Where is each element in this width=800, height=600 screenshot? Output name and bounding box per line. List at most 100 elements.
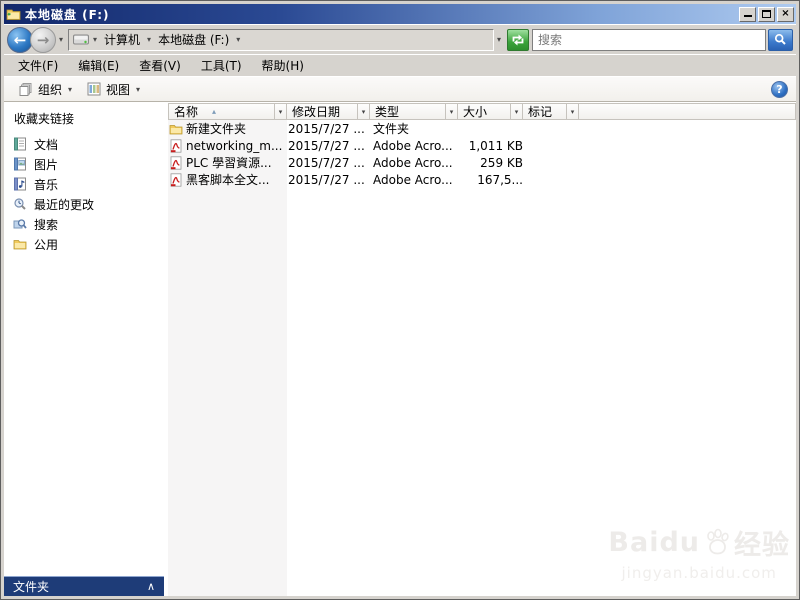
sidebar-item-label: 文档 bbox=[34, 137, 59, 152]
file-size: 1,011 KB bbox=[468, 138, 523, 153]
chevron-down-icon[interactable]: ▾ bbox=[144, 35, 154, 44]
column-label: 名称 bbox=[174, 105, 199, 119]
explorer-window: 本地磁盘 (F:) × ← → ▾ ▾ 计算机 ▾ 本地磁盘 (F:) ▾ ▾ bbox=[0, 0, 800, 600]
help-button[interactable]: ? bbox=[771, 80, 788, 98]
file-type: Adobe Acro... bbox=[373, 155, 453, 170]
file-type: Adobe Acro... bbox=[373, 172, 453, 187]
views-dropdown-icon: ▾ bbox=[136, 84, 141, 94]
search-input[interactable] bbox=[532, 28, 766, 51]
sidebar-item-label: 公用 bbox=[34, 237, 59, 252]
chevron-down-icon: ▾ bbox=[278, 107, 283, 116]
menu-view[interactable]: 查看(V) bbox=[129, 55, 191, 76]
forward-arrow-icon: → bbox=[36, 30, 50, 49]
file-row-new-folder[interactable]: 新建文件夹 2015/7/27 ... 文件夹 bbox=[168, 120, 796, 137]
sidebar-item-documents[interactable]: 文档 bbox=[4, 134, 164, 154]
folders-expander[interactable]: 文件夹 ∧ bbox=[4, 576, 164, 596]
breadcrumb-item-local-disk-f[interactable]: 本地磁盘 (F:) bbox=[154, 31, 233, 48]
pdf-file-icon bbox=[170, 138, 182, 153]
column-header-type[interactable]: 类型 bbox=[369, 103, 446, 120]
menu-edit[interactable]: 编辑(E) bbox=[68, 55, 129, 76]
drive-folder-icon bbox=[6, 9, 21, 20]
column-header-tags[interactable]: 标记 bbox=[522, 103, 567, 120]
file-size: 259 KB bbox=[480, 155, 523, 170]
help-icon: ? bbox=[776, 82, 783, 96]
column-label: 修改日期 bbox=[292, 105, 341, 119]
drive-dropdown-icon[interactable]: ▾ bbox=[90, 35, 100, 44]
column-header-date-modified[interactable]: 修改日期 bbox=[286, 103, 358, 120]
searches-icon bbox=[13, 219, 27, 229]
pictures-icon bbox=[14, 157, 26, 171]
file-name: 新建文件夹 bbox=[186, 122, 247, 136]
sidebar-item-label: 图片 bbox=[34, 157, 59, 172]
search-icon bbox=[774, 33, 786, 45]
file-date: 2015/7/27 ... bbox=[288, 172, 365, 187]
close-button[interactable]: × bbox=[777, 6, 794, 22]
menu-file[interactable]: 文件(F) bbox=[8, 55, 68, 76]
back-arrow-icon: ← bbox=[13, 30, 27, 49]
drive-icon bbox=[73, 34, 90, 45]
refresh-button[interactable] bbox=[507, 28, 530, 51]
chevron-down-icon: ▾ bbox=[449, 107, 454, 116]
sort-ascending-icon: ▴ bbox=[212, 107, 217, 116]
views-icon bbox=[87, 82, 101, 96]
sidebar-item-music[interactable]: 音乐 bbox=[4, 174, 164, 194]
maximize-icon bbox=[762, 10, 771, 18]
window-title: 本地磁盘 (F:) bbox=[25, 7, 110, 22]
maximize-button[interactable] bbox=[758, 6, 775, 22]
column-header-size[interactable]: 大小 bbox=[457, 103, 511, 120]
menu-help[interactable]: 帮助(H) bbox=[252, 55, 314, 76]
file-date: 2015/7/27 ... bbox=[288, 121, 365, 136]
file-row-networking-pdf[interactable]: networking_m... 2015/7/27 ... Adobe Acro… bbox=[168, 137, 796, 154]
pdf-file-icon bbox=[170, 172, 182, 187]
chevron-down-icon: ▾ bbox=[361, 107, 366, 116]
search-button[interactable] bbox=[768, 28, 793, 51]
folder-icon bbox=[169, 124, 183, 134]
address-band: ← → ▾ ▾ 计算机 ▾ 本地磁盘 (F:) ▾ ▾ bbox=[4, 24, 796, 54]
organize-button[interactable]: 组织 ▾ bbox=[12, 79, 80, 100]
file-row-hacker-script-pdf[interactable]: 黑客脚本全文... 2015/7/27 ... Adobe Acro... 16… bbox=[168, 171, 796, 188]
menu-tools[interactable]: 工具(T) bbox=[191, 55, 252, 76]
sidebar-item-label: 音乐 bbox=[34, 177, 59, 192]
sidebar-item-recent-changes[interactable]: 最近的更改 bbox=[4, 194, 164, 214]
address-history-dropdown[interactable]: ▾ bbox=[494, 35, 504, 44]
minimize-icon bbox=[743, 9, 752, 17]
sidebar-item-public[interactable]: 公用 bbox=[4, 234, 164, 254]
sidebar-item-searches[interactable]: 搜索 bbox=[4, 214, 164, 234]
file-list-view: 名称 ▴ ▾ 修改日期 ▾ 类型 ▾ 大小 ▾ 标记 ▾ 新建文件夹 2015/… bbox=[164, 102, 796, 596]
breadcrumb[interactable]: ▾ 计算机 ▾ 本地磁盘 (F:) ▾ bbox=[68, 28, 495, 51]
file-name: networking_m... bbox=[186, 138, 283, 153]
chevron-down-icon: ▾ bbox=[570, 107, 575, 116]
chevron-up-icon: ∧ bbox=[146, 580, 155, 593]
column-header-row: 名称 ▴ ▾ 修改日期 ▾ 类型 ▾ 大小 ▾ 标记 ▾ bbox=[168, 103, 796, 120]
chevron-down-icon[interactable]: ▾ bbox=[233, 35, 243, 44]
views-button[interactable]: 视图 ▾ bbox=[80, 79, 148, 100]
titlebar: 本地磁盘 (F:) × bbox=[4, 4, 796, 24]
command-toolbar: 组织 ▾ 视图 ▾ ? bbox=[4, 76, 796, 102]
file-rows: 新建文件夹 2015/7/27 ... 文件夹 networking_m... bbox=[168, 120, 796, 188]
recent-changes-icon bbox=[14, 198, 26, 210]
column-label: 标记 bbox=[528, 105, 553, 119]
file-name: PLC 學習資源... bbox=[186, 156, 272, 170]
forward-button[interactable]: → bbox=[30, 26, 56, 53]
sidebar-item-pictures[interactable]: 图片 bbox=[4, 154, 164, 174]
file-date: 2015/7/27 ... bbox=[288, 138, 365, 153]
favorite-links-header: 收藏夹链接 bbox=[14, 112, 75, 126]
folders-label: 文件夹 bbox=[13, 580, 50, 594]
recent-pages-dropdown[interactable]: ▾ bbox=[56, 35, 66, 44]
refresh-icon bbox=[512, 34, 524, 45]
file-type: Adobe Acro... bbox=[373, 138, 453, 153]
file-name: 黑客脚本全文... bbox=[186, 173, 270, 187]
organize-label: 组织 bbox=[38, 82, 63, 97]
file-date: 2015/7/27 ... bbox=[288, 155, 365, 170]
pdf-file-icon bbox=[170, 155, 182, 170]
navigation-pane: 收藏夹链接 文档 图片 音乐 最近的更改 搜索 公用 文件夹 ∧ bbox=[4, 102, 164, 596]
documents-icon bbox=[14, 137, 26, 151]
column-header-filler bbox=[578, 103, 796, 120]
column-label: 类型 bbox=[375, 105, 400, 119]
column-label: 大小 bbox=[463, 105, 488, 119]
minimize-button[interactable] bbox=[739, 6, 756, 22]
breadcrumb-item-computer[interactable]: 计算机 bbox=[100, 31, 144, 48]
file-row-plc-pdf[interactable]: PLC 學習資源... 2015/7/27 ... Adobe Acro... … bbox=[168, 154, 796, 171]
column-header-name[interactable]: 名称 ▴ bbox=[168, 103, 275, 120]
content-area: 收藏夹链接 文档 图片 音乐 最近的更改 搜索 公用 文件夹 ∧ 名称 ▴ ▾ … bbox=[4, 102, 796, 596]
